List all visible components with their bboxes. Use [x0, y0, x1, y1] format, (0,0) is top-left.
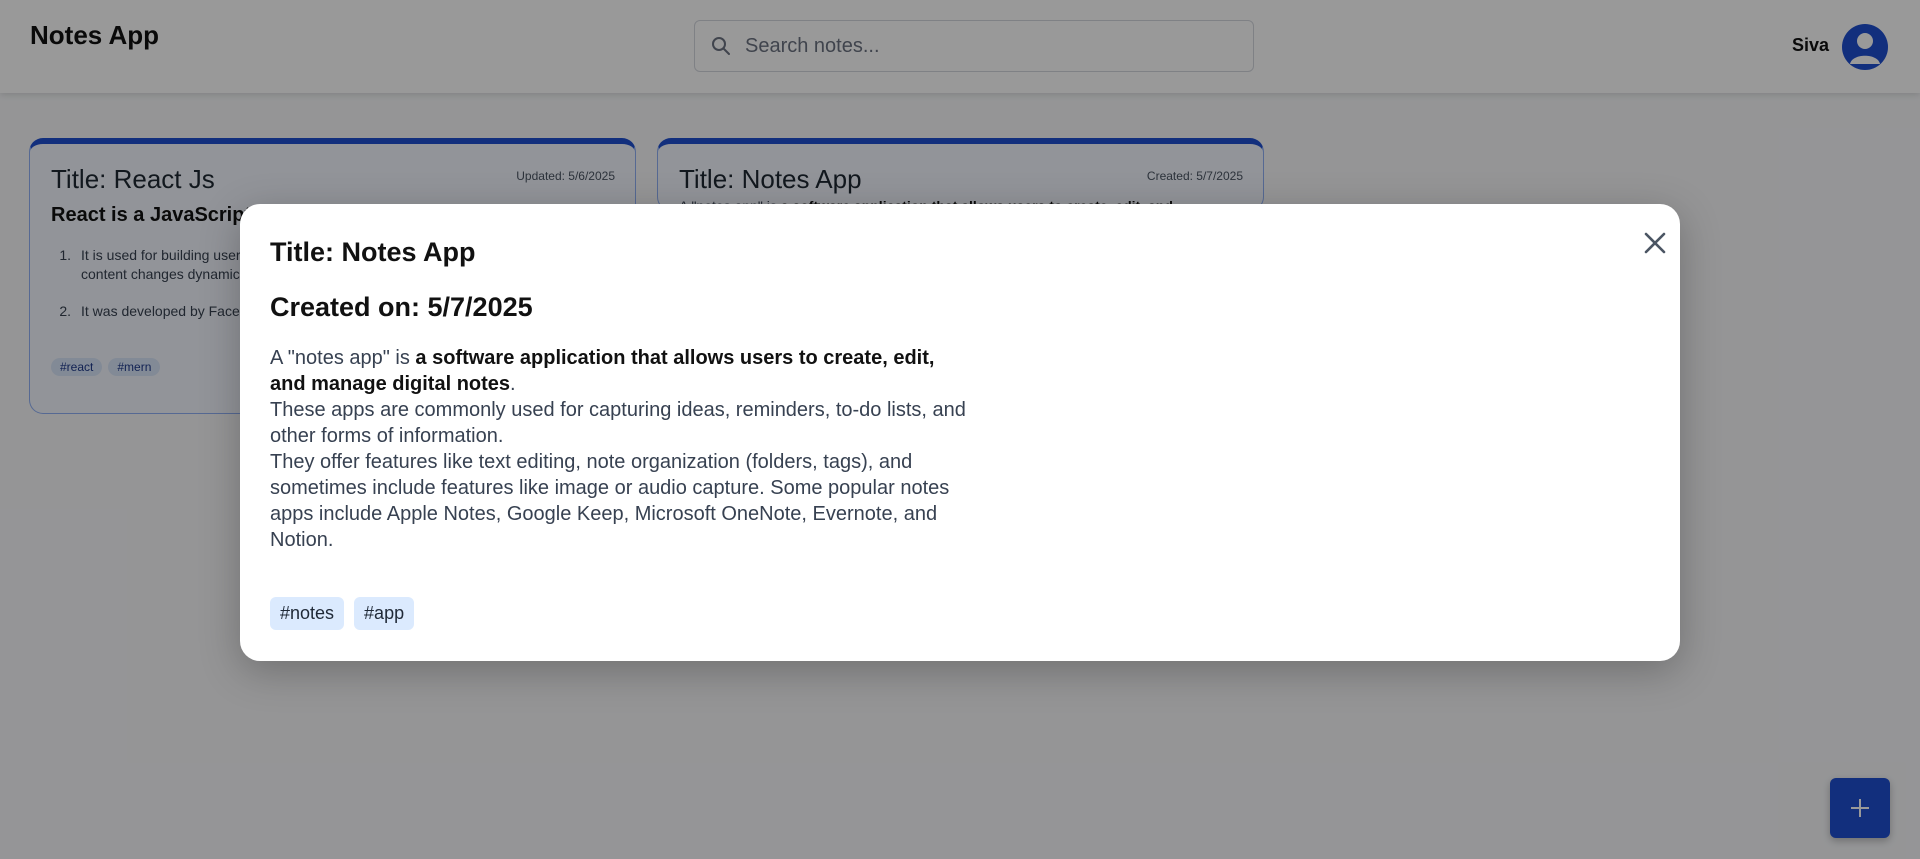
- modal-tags: #notes #app: [270, 597, 415, 630]
- intro-text: A "notes app" is: [270, 347, 416, 369]
- modal-paragraph-2: These apps are commonly used for capturi…: [270, 399, 966, 447]
- close-icon[interactable]: [1632, 220, 1678, 266]
- modal-paragraph-3: They offer features like text editing, n…: [270, 451, 950, 551]
- intro-end: .: [510, 373, 516, 395]
- modal-title: Title: Notes App: [270, 237, 476, 267]
- note-detail-modal: Title: Notes App Created on: 5/7/2025 A …: [240, 204, 1680, 661]
- tag-app[interactable]: #app: [354, 597, 415, 630]
- tag-notes[interactable]: #notes: [270, 597, 345, 630]
- modal-paragraph-1: A "notes app" is a software application …: [270, 345, 970, 397]
- modal-body: A "notes app" is a software application …: [270, 345, 970, 553]
- modal-created-date: Created on: 5/7/2025: [270, 292, 533, 322]
